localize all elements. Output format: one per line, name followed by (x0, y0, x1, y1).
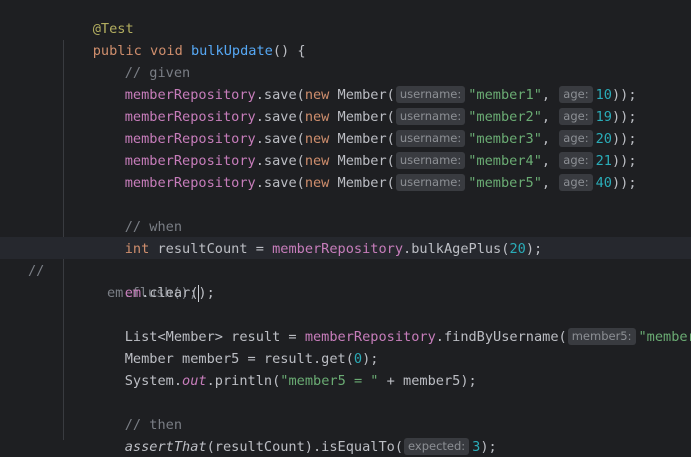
code-line-method-signature[interactable]: public void bulkUpdate() { (60, 18, 306, 59)
code-line-save-1[interactable]: memberRepository.save(new Member(usernam… (92, 62, 637, 103)
assert-that-call: assertThat (124, 439, 207, 455)
field-em: em (124, 285, 142, 301)
code-line-comment-when[interactable]: // when (92, 194, 182, 235)
code-line-comment-then[interactable]: // then (92, 392, 182, 433)
code-line-closing-brace[interactable]: } (60, 434, 101, 456)
number-literal: 40 (595, 175, 612, 191)
code-line-save-5[interactable]: memberRepository.save(new Member(usernam… (92, 150, 637, 191)
system-class: System. (124, 373, 183, 389)
code-line-clear[interactable]: em.clear(); (92, 260, 215, 301)
keyword-new: new (304, 175, 330, 191)
string-literal: "member5 = " (280, 373, 379, 389)
code-line-save-3[interactable]: memberRepository.save(new Member(usernam… (92, 106, 637, 147)
code-line-println[interactable]: System.out.println("member5 = " + member… (92, 348, 477, 389)
field-member-repository: memberRepository (124, 175, 256, 191)
concat-expression: + member5); (378, 373, 477, 389)
code-editor[interactable]: @Test public void bulkUpdate() { // give… (0, 0, 691, 457)
find-by-username-call: .findByUsername( (435, 329, 567, 345)
code-line-save-2[interactable]: memberRepository.save(new Member(usernam… (92, 84, 637, 125)
string-literal: "member5" (638, 329, 691, 345)
call-end: )); (611, 175, 637, 191)
code-line-flush-commented[interactable]: // em.flush(); (0, 238, 691, 302)
assert-chain: (resultCount).isEqualTo( (206, 439, 404, 455)
class-member: Member( (329, 175, 395, 191)
code-line-find-by-username[interactable]: List<Member> result = memberRepository.f… (92, 304, 691, 345)
code-line-save-4[interactable]: memberRepository.save(new Member(usernam… (92, 128, 637, 169)
code-line-result-get[interactable]: Member member5 = result.get(0); (92, 326, 379, 367)
save-call: .save( (255, 175, 305, 191)
comma: , (541, 175, 551, 191)
code-line-comment-given[interactable]: // given (92, 40, 190, 81)
call-end: ); (480, 439, 497, 455)
clear-call: .clear(); (141, 285, 215, 301)
code-line-annotation[interactable]: @Test (60, 0, 134, 37)
param-hint-member5: member5: (567, 327, 636, 345)
param-hint-username: username: (395, 173, 466, 191)
param-hint-expected: expected: (404, 437, 470, 455)
method-params: () { (272, 43, 306, 59)
string-literal: "member5" (468, 175, 542, 191)
line-comment-marker: // (28, 263, 45, 279)
static-field-out: out (182, 373, 207, 389)
code-line-bulk-age-plus[interactable]: int resultCount = memberRepository.bulkA… (92, 216, 542, 257)
println-call: .println( (206, 373, 281, 389)
method-name: bulkUpdate (190, 43, 273, 59)
param-hint-age: age: (559, 173, 593, 191)
code-line-assert[interactable]: assertThat(resultCount).isEqualTo(expect… (92, 414, 497, 455)
